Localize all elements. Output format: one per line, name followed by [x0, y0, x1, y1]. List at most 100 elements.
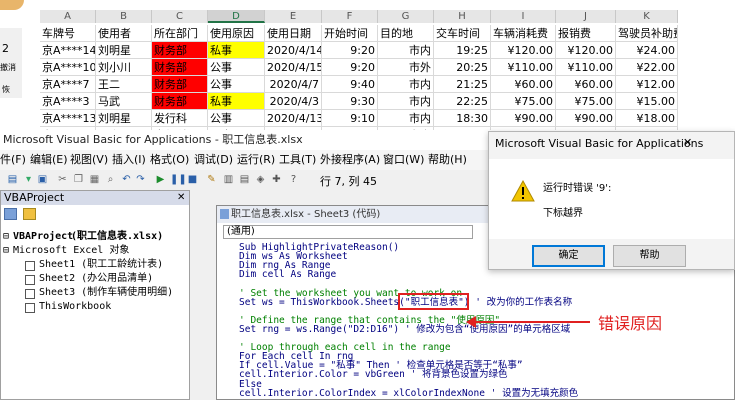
table-cell[interactable]: 2020/4/14 [265, 42, 322, 59]
menu-item-8[interactable]: 外接程序(A) [320, 150, 380, 170]
table-cell[interactable]: ¥12.00 [616, 76, 678, 93]
table-cell[interactable]: 2020/4/15 [265, 59, 322, 76]
table-cell[interactable]: 京A****3 [40, 93, 96, 110]
header-cell[interactable]: 所在部门 [152, 25, 208, 42]
table-cell[interactable]: 9:30 [322, 93, 378, 110]
table-cell[interactable]: 公事 [208, 59, 265, 76]
help-icon[interactable]: ? [287, 173, 300, 186]
table-cell[interactable]: 9:40 [322, 76, 378, 93]
table-cell[interactable]: 9:10 [322, 110, 378, 127]
paste-icon[interactable]: ▦ [88, 173, 101, 186]
column-header-a[interactable]: A [40, 10, 96, 23]
excel-view-icon[interactable]: ▤ [6, 173, 19, 186]
table-cell[interactable]: 私事 [208, 93, 265, 110]
table-cell[interactable]: 市内 [378, 110, 434, 127]
table-cell[interactable]: 京A****13 [40, 110, 96, 127]
table-cell[interactable]: 财务部 [152, 76, 208, 93]
insert-icon[interactable]: ▾ [22, 173, 35, 186]
table-cell[interactable]: ¥90.00 [556, 110, 616, 127]
tree-collapse-icon[interactable]: ⊟ [3, 230, 9, 244]
table-cell[interactable]: ¥120.00 [491, 42, 556, 59]
table-cell[interactable]: 京A****10 [40, 59, 96, 76]
object-browser-icon[interactable]: ◈ [254, 173, 267, 186]
tree-item[interactable]: Sheet3 (制作车辆使用明细) [39, 286, 173, 300]
table-cell[interactable]: 18:30 [434, 110, 491, 127]
table-cell[interactable]: 19:25 [434, 42, 491, 59]
close-icon[interactable]: ✕ [177, 191, 185, 205]
menu-item-4[interactable]: 格式(O) [150, 150, 189, 170]
ok-button[interactable]: 确定 [532, 245, 605, 267]
table-cell[interactable]: 22:25 [434, 93, 491, 110]
column-header-j[interactable]: J [556, 10, 616, 23]
find-icon[interactable]: ⌕ [104, 173, 117, 186]
column-header-g[interactable]: G [378, 10, 434, 23]
table-cell[interactable]: 9:20 [322, 42, 378, 59]
table-cell[interactable]: 京A****7 [40, 76, 96, 93]
table-cell[interactable]: 公事 [208, 76, 265, 93]
menu-item-5[interactable]: 调试(D) [194, 150, 233, 170]
table-cell[interactable]: 刘明星 [96, 110, 152, 127]
table-cell[interactable]: 刘小川 [96, 59, 152, 76]
toggle-folders-icon[interactable] [23, 208, 36, 220]
column-header-b[interactable]: B [96, 10, 152, 23]
table-cell[interactable]: 2020/4/3 [265, 93, 322, 110]
table-cell[interactable]: ¥120.00 [556, 42, 616, 59]
cut-icon[interactable]: ✂ [56, 173, 69, 186]
undo-icon[interactable]: ↶ [120, 173, 133, 186]
save-icon[interactable]: ▣ [36, 173, 49, 186]
table-cell[interactable]: 市内 [378, 42, 434, 59]
properties-icon[interactable]: ▤ [238, 173, 251, 186]
table-cell[interactable]: 马武 [96, 93, 152, 110]
menu-item-1[interactable]: 编辑(E) [30, 150, 68, 170]
tree-root[interactable]: VBAProject [13, 230, 73, 244]
menu-item-7[interactable]: 工具(T) [279, 150, 316, 170]
copy-icon[interactable]: ❐ [72, 173, 85, 186]
table-cell[interactable]: ¥75.00 [491, 93, 556, 110]
table-cell[interactable]: 市内 [378, 93, 434, 110]
table-cell[interactable]: 20:25 [434, 59, 491, 76]
run-icon[interactable]: ▶ [154, 173, 167, 186]
tree-item[interactable]: Sheet1 (职工工龄统计表) [39, 258, 163, 272]
header-cell[interactable]: 驾驶员补助费 [616, 25, 678, 42]
table-cell[interactable]: 2020/4/13 [265, 110, 322, 127]
header-cell[interactable]: 使用日期 [265, 25, 322, 42]
table-cell[interactable]: 9:20 [322, 59, 378, 76]
object-dropdown[interactable]: (通用) [223, 225, 473, 239]
table-cell[interactable]: ¥15.00 [616, 93, 678, 110]
code-line[interactable]: Dim cell As Range [239, 269, 336, 280]
table-cell[interactable]: ¥110.00 [556, 59, 616, 76]
tree-item[interactable]: ThisWorkbook [39, 300, 111, 314]
break-icon[interactable]: ❚❚ [170, 173, 187, 186]
table-cell[interactable]: ¥22.00 [616, 59, 678, 76]
header-cell[interactable]: 报销费 [556, 25, 616, 42]
table-cell[interactable]: 刘明星 [96, 42, 152, 59]
column-header-e[interactable]: E [265, 10, 322, 23]
table-cell[interactable]: ¥18.00 [616, 110, 678, 127]
table-cell[interactable]: ¥60.00 [556, 76, 616, 93]
toolbox-icon[interactable]: ✚ [270, 173, 283, 186]
help-button[interactable]: 帮助 [613, 245, 686, 267]
table-cell[interactable]: 2020/4/7 [265, 76, 322, 93]
header-cell[interactable]: 目的地 [378, 25, 434, 42]
header-cell[interactable]: 开始时间 [322, 25, 378, 42]
table-cell[interactable]: 京A****14 [40, 42, 96, 59]
tree-item[interactable]: Sheet2 (办公用品清单) [39, 272, 153, 286]
table-cell[interactable]: ¥75.00 [556, 93, 616, 110]
table-cell[interactable]: 21:25 [434, 76, 491, 93]
table-cell[interactable]: ¥60.00 [491, 76, 556, 93]
column-header-h[interactable]: H [434, 10, 491, 23]
project-explorer-icon[interactable]: ▥ [222, 173, 235, 186]
reset-icon[interactable]: ■ [186, 173, 199, 186]
column-header-f[interactable]: F [322, 10, 378, 23]
dialog-close-button[interactable]: ✕ [683, 136, 692, 149]
column-header-d[interactable]: D [208, 10, 265, 23]
code-line[interactable]: Set rng = ws.Range("D2:D16") ' 修改为包含“使用原… [239, 324, 570, 335]
tree-root-file[interactable]: (职工信息表.xlsx) [71, 230, 163, 244]
table-cell[interactable]: 私事 [208, 42, 265, 59]
table-cell[interactable]: 财务部 [152, 59, 208, 76]
code-line[interactable]: cell.Interior.ColorIndex = xlColorIndexN… [239, 388, 578, 399]
table-cell[interactable]: ¥24.00 [616, 42, 678, 59]
header-cell[interactable]: 交车时间 [434, 25, 491, 42]
table-cell[interactable]: 发行科 [152, 110, 208, 127]
tree-folder-excel-objects[interactable]: Microsoft Excel 对象 [13, 244, 129, 258]
